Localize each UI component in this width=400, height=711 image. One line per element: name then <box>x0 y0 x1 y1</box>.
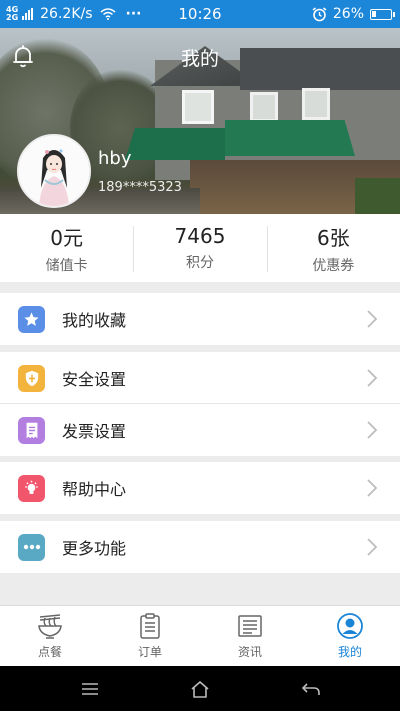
menu-item-security-settings[interactable]: 安全设置 <box>0 352 400 404</box>
menu-item-favorites[interactable]: 我的收藏 <box>0 293 400 345</box>
more-dots-icon <box>18 533 45 561</box>
stat-value: 6张 <box>316 225 350 250</box>
star-icon <box>18 305 45 333</box>
shield-icon <box>18 364 45 392</box>
profile-header: 我的 hby 189****5323 <box>0 28 400 214</box>
menu-icon[interactable] <box>79 678 101 700</box>
system-navigation-bar <box>0 666 400 711</box>
chevron-right-icon <box>367 310 378 328</box>
tab-news[interactable]: 资讯 <box>200 606 300 666</box>
stat-coupons[interactable]: 6张 优惠券 <box>266 214 400 282</box>
clipboard-icon <box>140 613 160 639</box>
tab-label: 订单 <box>137 645 162 659</box>
newspaper-icon <box>238 615 262 637</box>
chevron-right-icon <box>367 369 378 387</box>
tab-mine[interactable]: 我的 <box>300 606 400 666</box>
lightbulb-icon <box>18 474 45 502</box>
username: hby <box>98 148 132 169</box>
tab-label: 我的 <box>337 645 362 659</box>
chevron-right-icon <box>367 421 378 439</box>
page-title: 我的 <box>180 48 219 70</box>
back-icon[interactable] <box>300 678 322 700</box>
battery-icon <box>370 8 395 20</box>
menu-item-label: 安全设置 <box>62 370 127 389</box>
home-icon[interactable] <box>189 678 211 700</box>
stat-label: 储值卡 <box>45 257 88 274</box>
stat-value: 7465 <box>174 224 226 248</box>
menu-item-label: 发票设置 <box>62 422 127 441</box>
stat-stored-value-card[interactable]: 0元 储值卡 <box>0 214 133 282</box>
account-stats: 0元 储值卡 7465 积分 6张 优惠券 <box>0 214 400 282</box>
user-circle-icon <box>337 613 363 639</box>
avatar-illustration <box>19 136 89 206</box>
stat-label: 优惠券 <box>312 257 355 274</box>
tab-label: 资讯 <box>237 645 262 659</box>
stat-value: 0元 <box>50 225 84 250</box>
menu-item-label: 更多功能 <box>62 539 127 558</box>
alarm-icon <box>312 6 327 21</box>
stat-points[interactable]: 7465 积分 <box>133 214 266 282</box>
menu-item-label: 我的收藏 <box>62 311 127 330</box>
phone-number: 189****5323 <box>98 180 182 195</box>
tab-label: 点餐 <box>37 645 62 659</box>
bottom-tab-bar: 点餐 订单 资讯 我的 <box>0 605 400 666</box>
menu-item-help-center[interactable]: 帮助中心 <box>0 462 400 514</box>
avatar[interactable] <box>17 134 91 208</box>
stat-label: 积分 <box>185 255 214 271</box>
receipt-icon <box>18 416 45 444</box>
chevron-right-icon <box>367 538 378 556</box>
menu-item-more-features[interactable]: 更多功能 <box>0 521 400 573</box>
menu-item-invoice-settings[interactable]: 发票设置 <box>0 404 400 456</box>
menu-item-label: 帮助中心 <box>62 480 127 499</box>
tab-orders[interactable]: 订单 <box>100 606 200 666</box>
tab-order-food[interactable]: 点餐 <box>0 606 100 666</box>
status-bar: 4G 2G 26.2K/s ··· 10:26 26% <box>0 0 400 28</box>
noodle-bowl-icon <box>38 614 62 639</box>
battery-percent: 26% <box>332 6 364 22</box>
chevron-right-icon <box>367 479 378 497</box>
